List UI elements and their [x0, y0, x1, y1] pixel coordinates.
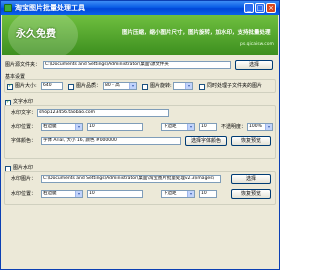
minimize-button[interactable]: _	[244, 3, 254, 13]
quality-checkbox[interactable]	[68, 84, 74, 90]
rotate-label: 图片旋转:	[150, 83, 172, 89]
text-align-value: 下边距	[163, 124, 177, 129]
window-title: 淘宝图片批量处理工具	[15, 4, 85, 12]
opacity-value: 100%	[249, 124, 262, 129]
resize-checkbox[interactable]	[7, 83, 13, 90]
image-preview-button[interactable]: 恢复预览	[231, 189, 271, 199]
quality-label: 图片品质：	[76, 83, 102, 89]
maximize-button[interactable]: □	[255, 3, 265, 13]
width-label: 图片大小:	[15, 83, 37, 89]
image-position-select[interactable]: 右边腿 ▾	[41, 190, 83, 198]
quality-value: 80 - 高	[105, 83, 120, 88]
chevron-down-icon: ▾	[75, 191, 82, 197]
font-label: 字体颜色：	[11, 138, 37, 144]
watermark-text-input[interactable]: shop123456.taobao.com	[37, 109, 169, 117]
banner-slogan: 图片压缩，缩小图片尺寸，图片旋转，加水印，支持批量处理	[122, 30, 271, 36]
image-position-label: 水印位置：	[11, 191, 37, 197]
folder-input[interactable]: C:\Documents and Settings\Administrator\…	[43, 61, 231, 69]
choose-font-color-button[interactable]: 选择字体颜色	[185, 136, 227, 146]
chevron-down-icon: ▾	[129, 83, 136, 89]
close-button[interactable]: ×	[266, 3, 276, 13]
chevron-down-icon: ▾	[75, 124, 82, 130]
subfolder-checkbox[interactable]	[199, 84, 205, 90]
text-position-value: 右边腿	[43, 124, 57, 129]
chevron-down-icon: ▾	[185, 83, 192, 89]
app-icon	[4, 4, 12, 12]
text-position-select[interactable]: 右边腿 ▾	[41, 123, 83, 131]
text-align-select[interactable]: 下边距 ▾	[161, 123, 195, 131]
banner-site: ps.qicaisw.com	[240, 42, 274, 47]
image-align-value: 下边距	[163, 191, 177, 196]
title-bar[interactable]: 淘宝图片批量处理工具 _ □ ×	[1, 1, 279, 15]
folder-select-button[interactable]: 选择	[235, 60, 273, 70]
image-align-offset-input[interactable]: 10	[199, 190, 217, 198]
width-input[interactable]: 640	[41, 82, 63, 90]
chevron-down-icon: ▾	[187, 124, 194, 130]
watermark-image-input[interactable]: C:\Documents and Settings\Administrator\…	[41, 175, 221, 183]
app-window: 淘宝图片批量处理工具 _ □ × 永久免费 图片压缩，缩小图片尺寸，图片旋转，加…	[0, 0, 280, 270]
banner: 永久免费 图片压缩，缩小图片尺寸，图片旋转，加水印，支持批量处理 ps.qica…	[2, 15, 278, 55]
text-offset-input[interactable]: 10	[87, 123, 143, 131]
chevron-down-icon: ▾	[265, 124, 272, 130]
watermark-text-label: 水印文字：	[11, 110, 37, 116]
banner-free-text: 永久免费	[16, 29, 56, 40]
font-display: 字体 Arial, 大小 16, 颜色 #000000	[41, 137, 181, 145]
opacity-label: 不透明度：	[221, 124, 247, 130]
rotate-select[interactable]: ▾	[173, 82, 193, 90]
rotate-checkbox[interactable]	[142, 84, 148, 90]
image-align-select[interactable]: 下边距 ▾	[161, 190, 195, 198]
text-align-offset-input[interactable]: 10	[199, 123, 217, 131]
watermark-image-label: 水印图片：	[11, 176, 37, 182]
text-preview-button[interactable]: 恢复预览	[231, 136, 271, 146]
image-offset-input[interactable]: 10	[87, 190, 143, 198]
chevron-down-icon: ▾	[187, 191, 194, 197]
quality-select[interactable]: 80 - 高 ▾	[103, 82, 137, 90]
folder-label: 图片源文件夹：	[5, 62, 41, 68]
image-position-value: 右边腿	[43, 191, 57, 196]
opacity-select[interactable]: 100% ▾	[247, 123, 273, 131]
text-position-label: 水印位置：	[11, 124, 37, 130]
watermark-image-select-button[interactable]: 选择	[231, 174, 271, 184]
subfolder-label: 同时处理子文件夹的图片	[207, 83, 263, 89]
